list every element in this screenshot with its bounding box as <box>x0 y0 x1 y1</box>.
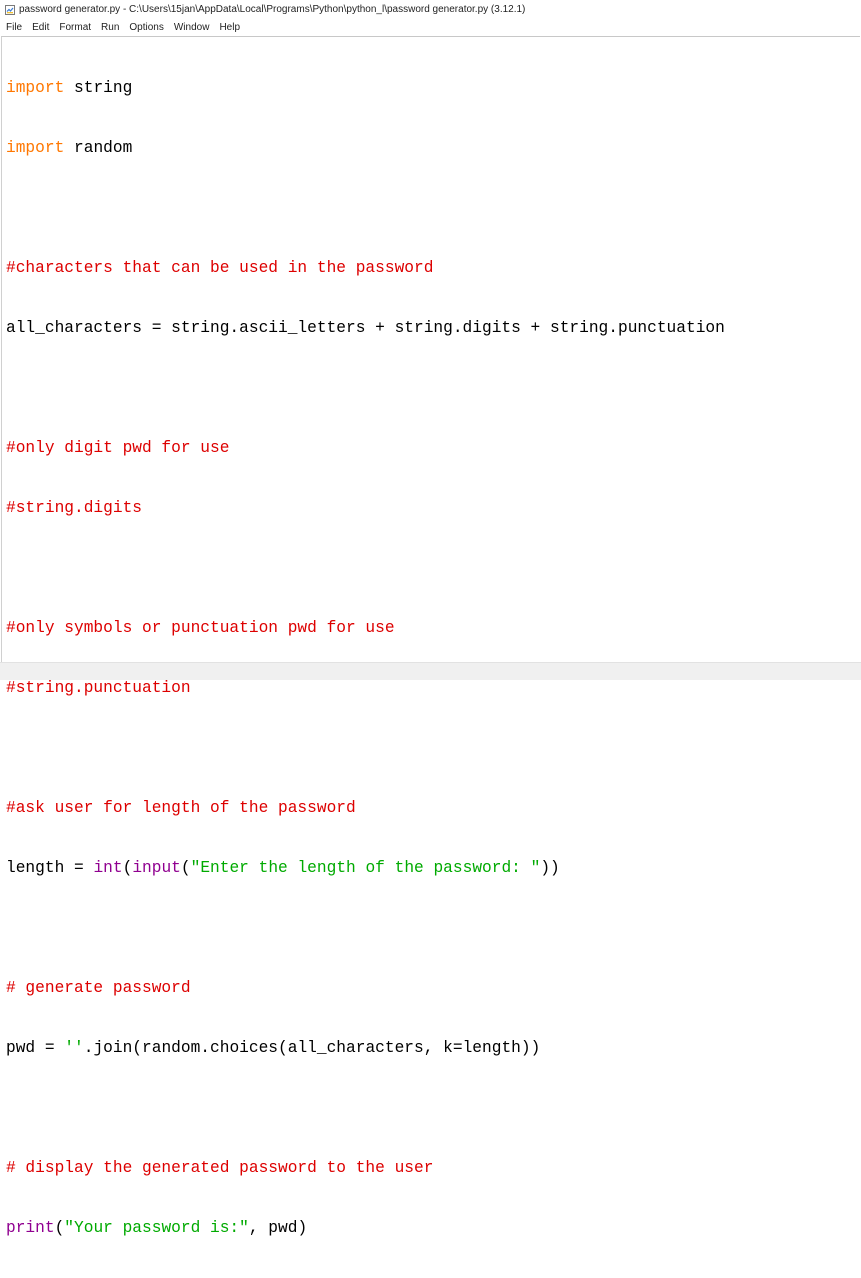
code-line-11: #string.punctuation <box>6 678 725 698</box>
comment: #characters that can be used in the pass… <box>6 259 434 277</box>
menu-window[interactable]: Window <box>169 22 215 33</box>
code-line-1: import string <box>6 78 725 98</box>
comment: #string.digits <box>6 499 142 517</box>
keyword-import: import <box>6 79 65 97</box>
code-line-17: pwd = ''.join(random.choices(all_charact… <box>6 1038 725 1058</box>
code-line-8: #string.digits <box>6 498 725 518</box>
string-literal: '' <box>64 1039 84 1057</box>
code-editor[interactable]: import string import random #characters … <box>1 36 860 1237</box>
string-literal: "Your password is:" <box>64 1219 249 1237</box>
menu-bar: File Edit Format Run Options Window Help <box>0 19 861 35</box>
code-token: ( <box>54 1219 65 1237</box>
comment: #string.punctuation <box>6 679 191 697</box>
code-token: string <box>64 79 133 97</box>
code-line-7: #only digit pwd for use <box>6 438 725 458</box>
code-line-19: # display the generated password to the … <box>6 1158 725 1178</box>
code-token: pwd = <box>6 1039 65 1057</box>
code-line-20: print("Your password is:", pwd) <box>6 1218 725 1238</box>
comment: # display the generated password to the … <box>6 1159 434 1177</box>
code-line-13: #ask user for length of the password <box>6 798 725 818</box>
builtin-int: int <box>93 859 123 877</box>
code-line-10: #only symbols or punctuation pwd for use <box>6 618 725 638</box>
python-file-icon <box>5 4 15 15</box>
comment: # generate password <box>6 979 191 997</box>
code-token: ( <box>122 859 133 877</box>
comment: #only digit pwd for use <box>6 439 230 457</box>
menu-file[interactable]: File <box>0 22 27 33</box>
code-line-2: import random <box>6 138 725 158</box>
builtin-input: input <box>132 859 181 877</box>
code-token: all_characters = string.ascii_letters + … <box>6 319 725 337</box>
comment: #ask user for length of the password <box>6 799 356 817</box>
menu-format[interactable]: Format <box>54 22 96 33</box>
code-token: )) <box>540 859 560 877</box>
menu-help[interactable]: Help <box>214 22 245 33</box>
builtin-print: print <box>6 1219 55 1237</box>
code-token: length = <box>6 859 94 877</box>
menu-edit[interactable]: Edit <box>27 22 54 33</box>
comment: #only symbols or punctuation pwd for use <box>6 619 395 637</box>
code-line-14: length = int(input("Enter the length of … <box>6 858 725 878</box>
code-line-5: all_characters = string.ascii_letters + … <box>6 318 725 338</box>
code-line-16: # generate password <box>6 978 725 998</box>
window-title: password generator.py - C:\Users\15jan\A… <box>19 4 526 15</box>
string-literal: "Enter the length of the password: " <box>190 859 541 877</box>
title-bar: password generator.py - C:\Users\15jan\A… <box>0 0 861 19</box>
code-line-4: #characters that can be used in the pass… <box>6 258 725 278</box>
menu-options[interactable]: Options <box>124 22 168 33</box>
code-token: random <box>64 139 133 157</box>
keyword-import: import <box>6 139 65 157</box>
menu-run[interactable]: Run <box>96 22 124 33</box>
status-bar <box>0 662 861 680</box>
code-token: , pwd) <box>248 1219 308 1237</box>
code-token: ( <box>180 859 191 877</box>
code-token: .join(random.choices(all_characters, k=l… <box>83 1039 541 1057</box>
code-text[interactable]: import string import random #characters … <box>6 38 725 1278</box>
